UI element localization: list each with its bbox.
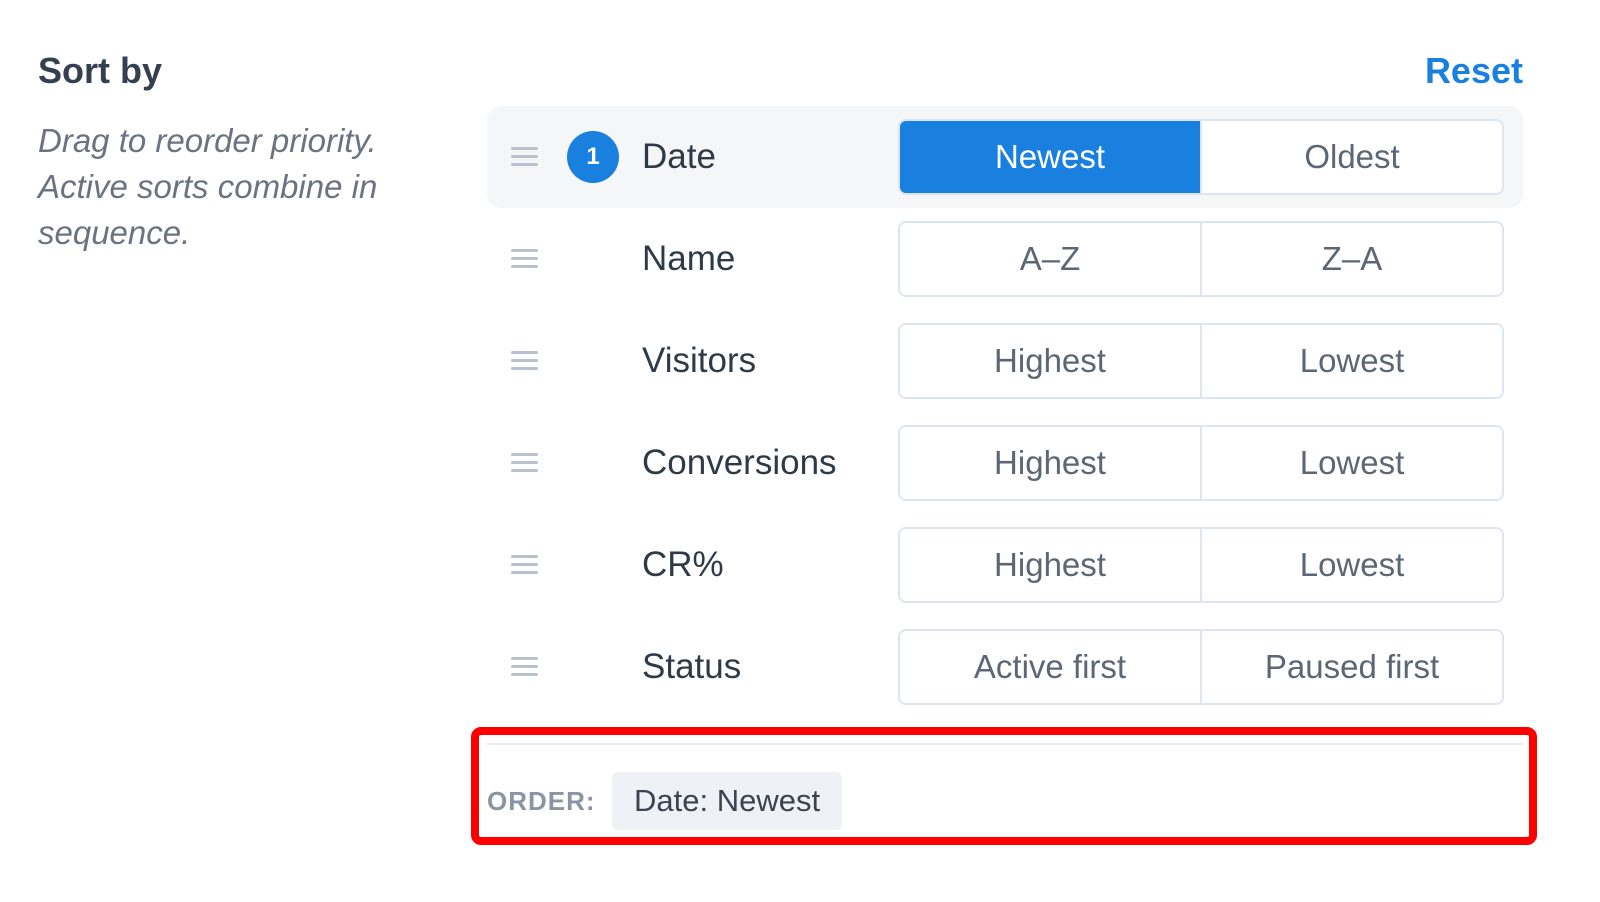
sort-field-label: Status [642,647,742,686]
option-a-z[interactable]: A–Z [900,223,1200,295]
drag-handle-icon[interactable] [511,555,538,575]
help-text: Drag to reorder priority. Active sorts c… [38,122,378,251]
direction-toggle: Highest Lowest [898,425,1504,501]
sort-row-status[interactable]: Status Active first Paused first [487,616,1523,718]
sort-by-title: Sort by [38,50,163,91]
sort-row-visitors[interactable]: Visitors Highest Lowest [487,310,1523,412]
divider [487,743,1523,745]
option-lowest[interactable]: Lowest [1200,427,1502,499]
drag-handle-icon[interactable] [511,249,538,269]
option-z-a[interactable]: Z–A [1200,223,1502,295]
reset-button[interactable]: Reset [1425,50,1523,92]
direction-toggle: Active first Paused first [898,629,1504,705]
direction-toggle: A–Z Z–A [898,221,1504,297]
sort-field-label: Conversions [642,443,837,482]
option-newest[interactable]: Newest [900,121,1200,193]
option-lowest[interactable]: Lowest [1200,325,1502,397]
sort-field-list: 1 Date Newest Oldest Name A–Z Z–A Visito… [487,106,1523,718]
option-highest[interactable]: Highest [900,427,1200,499]
option-paused-first[interactable]: Paused first [1200,631,1502,703]
sort-field-label: Visitors [642,341,757,380]
direction-toggle: Newest Oldest [898,119,1504,195]
direction-toggle: Highest Lowest [898,323,1504,399]
sort-field-label: Date [642,137,716,176]
sort-field-label: Name [642,239,736,278]
sort-row-name[interactable]: Name A–Z Z–A [487,208,1523,310]
drag-handle-icon[interactable] [511,351,538,371]
option-lowest[interactable]: Lowest [1200,529,1502,601]
option-active-first[interactable]: Active first [900,631,1200,703]
sort-row-conversions[interactable]: Conversions Highest Lowest [487,412,1523,514]
sort-row-date[interactable]: 1 Date Newest Oldest [487,106,1523,208]
sort-row-cr[interactable]: CR% Highest Lowest [487,514,1523,616]
drag-handle-icon[interactable] [511,147,538,167]
priority-badge: 1 [567,131,619,183]
drag-handle-icon[interactable] [511,657,538,677]
direction-toggle: Highest Lowest [898,527,1504,603]
option-highest[interactable]: Highest [900,529,1200,601]
order-label: ORDER: [487,786,596,816]
order-chip: Date: Newest [612,772,843,830]
sort-field-label: CR% [642,545,724,584]
option-highest[interactable]: Highest [900,325,1200,397]
option-oldest[interactable]: Oldest [1200,121,1502,193]
drag-handle-icon[interactable] [511,453,538,473]
